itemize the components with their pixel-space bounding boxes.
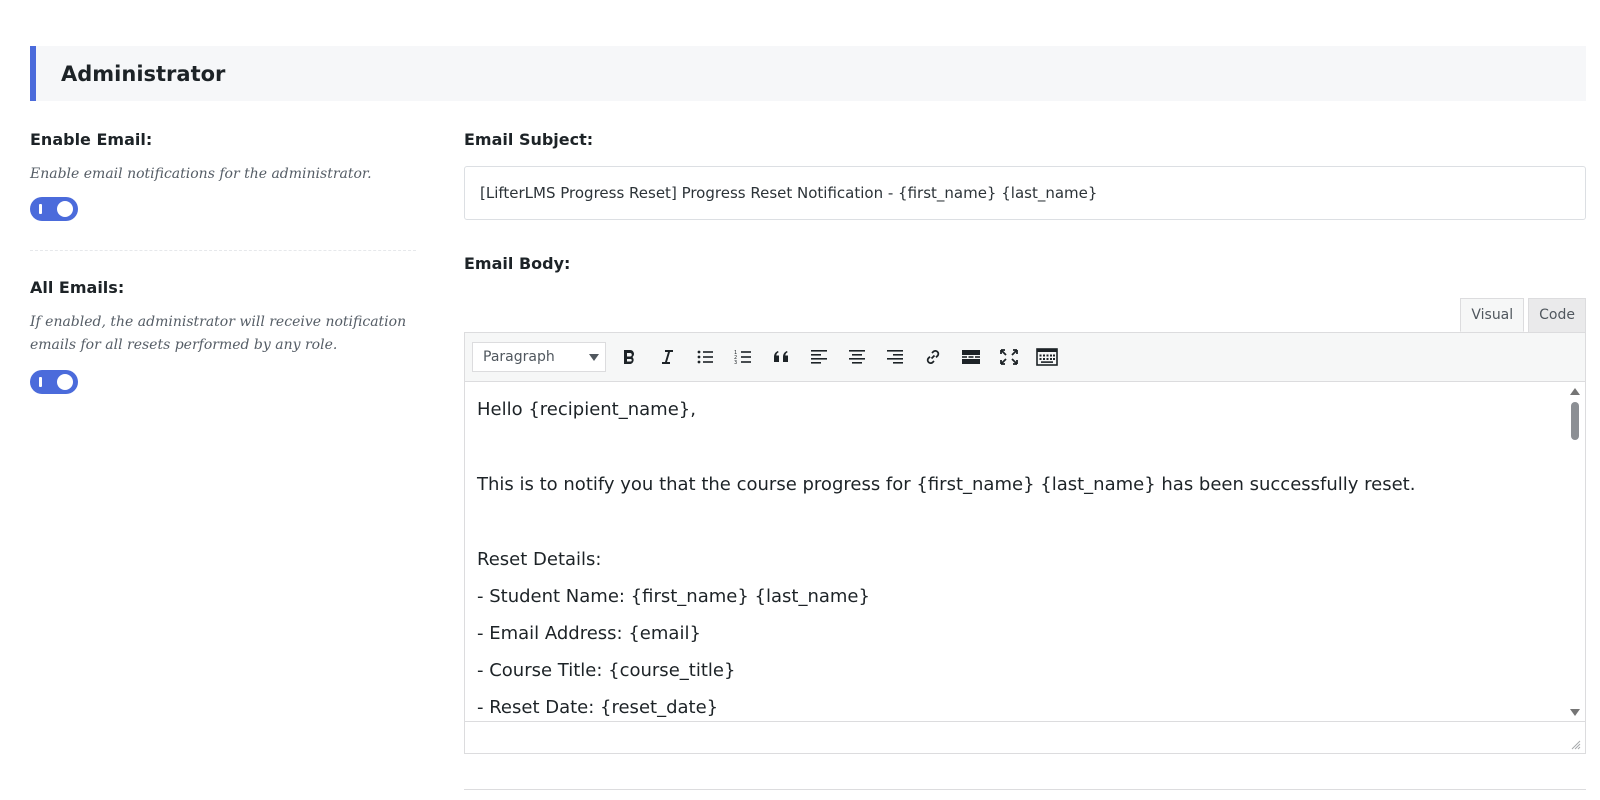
toggle-knob	[57, 374, 73, 390]
all-emails-toggle[interactable]	[30, 370, 78, 394]
editor-toolbar: Paragraph 123	[465, 333, 1585, 382]
toolbar-toggle-icon[interactable]	[1032, 342, 1062, 372]
email-body-editor: Paragraph 123 Hello {recipient_name}, Th…	[464, 332, 1586, 754]
email-subject-label: Email Subject:	[464, 130, 594, 149]
editor-tabs: Visual Code	[1460, 298, 1586, 332]
all-emails-description-line1: If enabled, the administrator will recei…	[30, 314, 407, 330]
scroll-up-arrow-icon[interactable]	[1570, 388, 1580, 395]
content-line	[477, 433, 1553, 471]
align-center-icon[interactable]	[842, 342, 872, 372]
field-divider	[30, 250, 416, 251]
email-subject-input[interactable]: [LifterLMS Progress Reset] Progress Rese…	[464, 166, 1586, 220]
align-left-icon[interactable]	[804, 342, 834, 372]
resize-handle-icon[interactable]	[1571, 740, 1581, 750]
content-line: Reset Details:	[477, 549, 602, 570]
email-body-content[interactable]: Hello {recipient_name}, This is to notif…	[465, 382, 1565, 722]
all-emails-label: All Emails:	[30, 278, 125, 297]
editor-scrollbar[interactable]	[1565, 382, 1585, 722]
content-line: This is to notify you that the course pr…	[477, 474, 1416, 495]
svg-text:3: 3	[734, 360, 737, 366]
email-body-label: Email Body:	[464, 254, 571, 273]
bold-icon[interactable]	[614, 342, 644, 372]
bulleted-list-icon[interactable]	[690, 342, 720, 372]
scroll-thumb[interactable]	[1571, 402, 1579, 440]
enable-email-label: Enable Email:	[30, 130, 153, 149]
section-title: Administrator	[61, 61, 226, 86]
section-divider	[464, 789, 1586, 790]
align-right-icon[interactable]	[880, 342, 910, 372]
scroll-down-arrow-icon[interactable]	[1570, 709, 1580, 716]
all-emails-description-line2: emails for all resets performed by any r…	[30, 337, 338, 353]
italic-icon[interactable]	[652, 342, 682, 372]
chevron-down-icon	[589, 353, 599, 361]
enable-email-toggle[interactable]	[30, 197, 78, 221]
toggle-on-indicator	[39, 377, 42, 387]
tab-code[interactable]: Code	[1528, 298, 1586, 332]
link-icon[interactable]	[918, 342, 948, 372]
editor-status-bar	[465, 721, 1585, 753]
content-line: Hello {recipient_name},	[477, 399, 696, 420]
section-header: Administrator	[30, 46, 1586, 101]
numbered-list-icon[interactable]: 123	[728, 342, 758, 372]
tab-visual[interactable]: Visual	[1460, 298, 1525, 332]
read-more-icon[interactable]	[956, 342, 986, 372]
content-line: - Course Title: {course_title}	[477, 660, 736, 681]
enable-email-description: Enable email notifications for the admin…	[30, 166, 372, 182]
toggle-knob	[57, 201, 73, 217]
content-line: - Reset Date: {reset_date}	[477, 697, 719, 718]
format-select[interactable]: Paragraph	[472, 342, 606, 372]
blockquote-icon[interactable]	[766, 342, 796, 372]
format-select-value: Paragraph	[483, 349, 555, 365]
fullscreen-icon[interactable]	[994, 342, 1024, 372]
content-line	[477, 508, 1553, 546]
toggle-on-indicator	[39, 204, 42, 214]
content-line: - Email Address: {email}	[477, 623, 701, 644]
content-line: - Student Name: {first_name} {last_name}	[477, 586, 870, 607]
